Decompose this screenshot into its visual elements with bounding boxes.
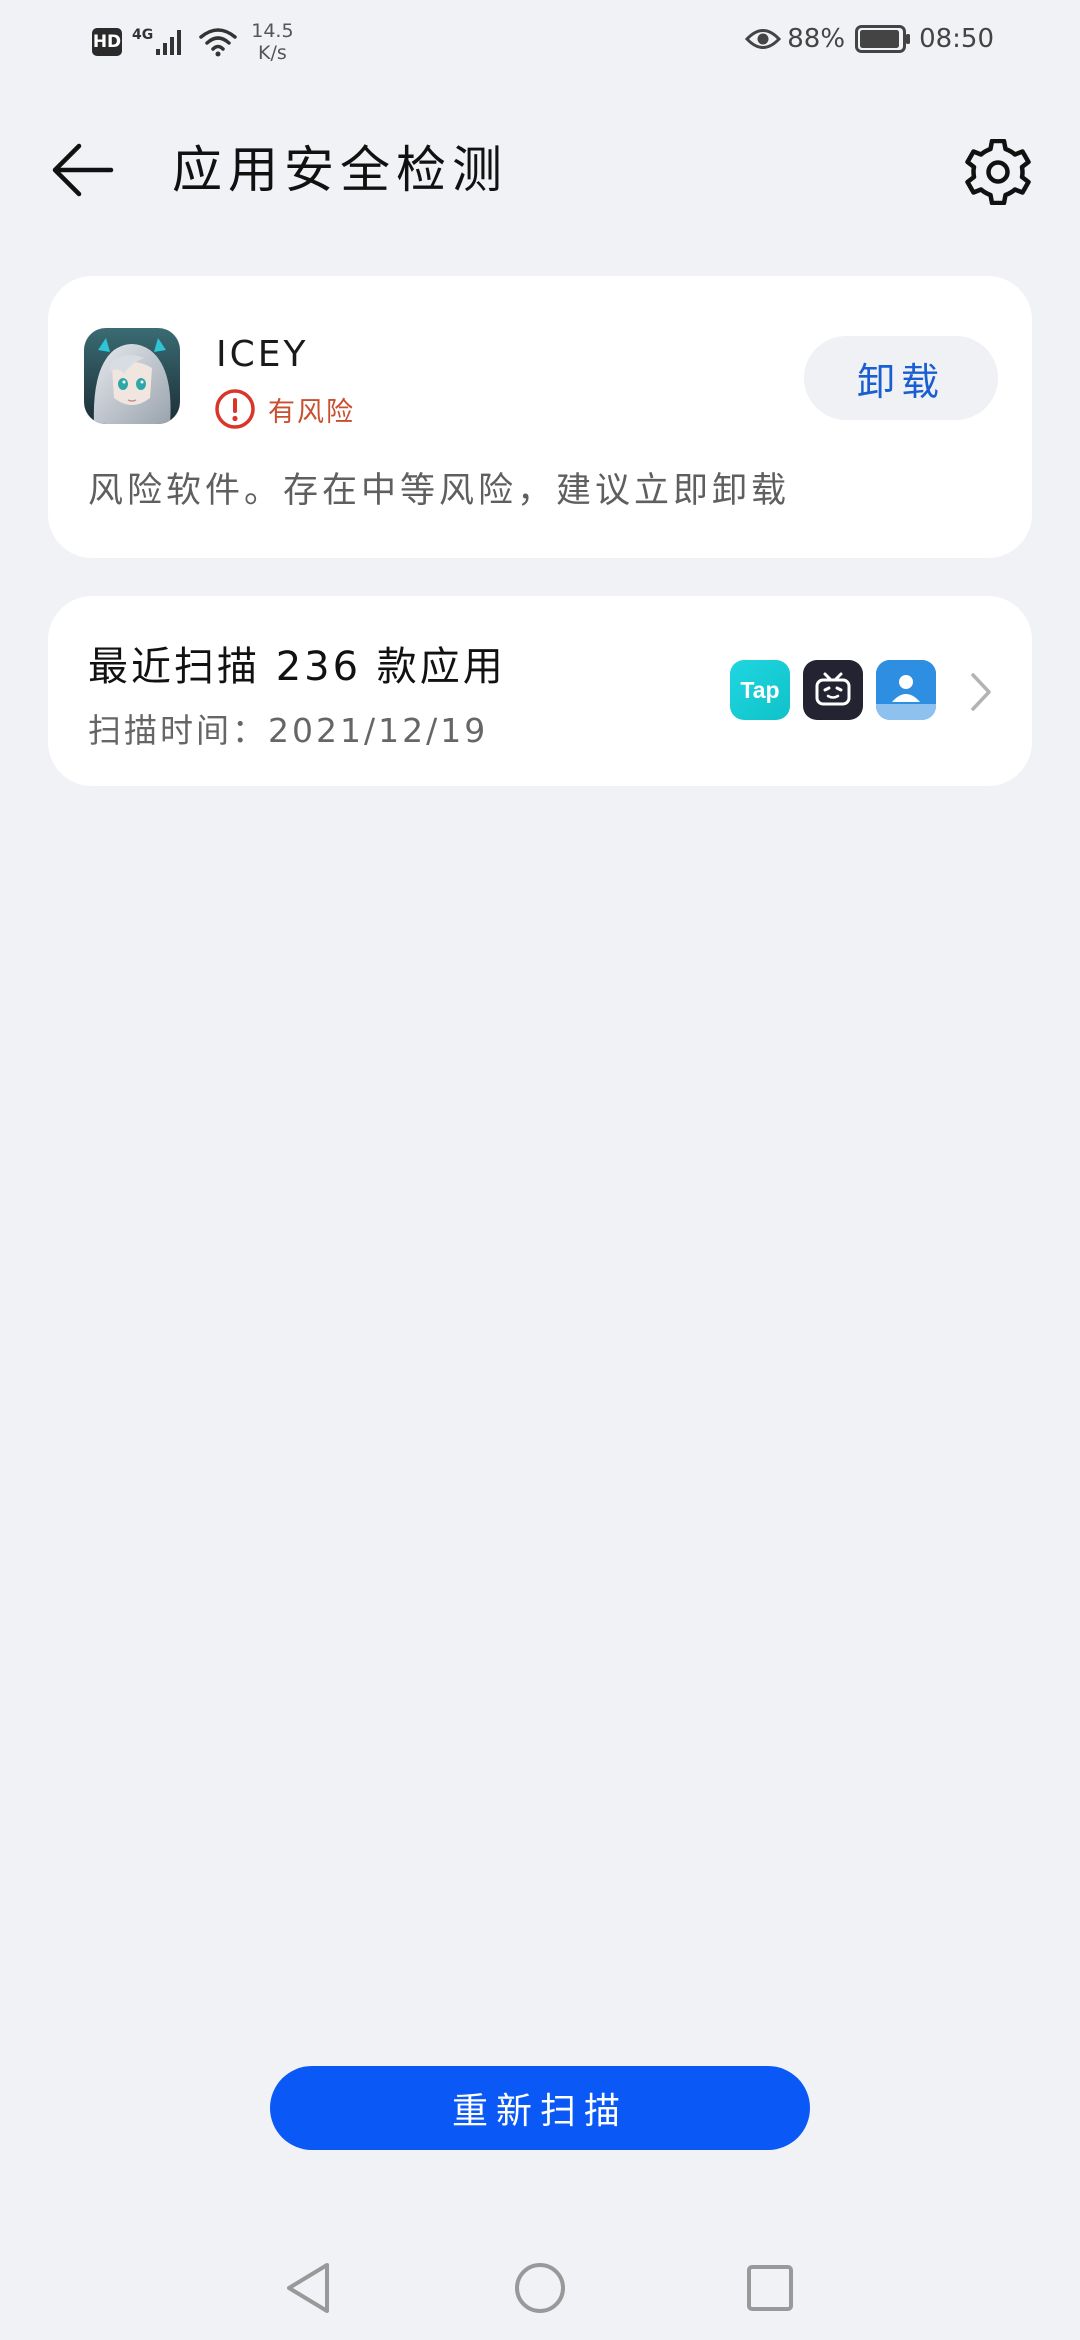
taptap-icon: Tap — [730, 660, 790, 720]
gear-icon — [965, 139, 1031, 205]
icey-app-icon — [84, 328, 180, 424]
uninstall-button[interactable]: 卸载 — [804, 336, 998, 420]
scan-summary-title: 最近扫描 236 款应用 — [88, 644, 506, 690]
signal-icon — [156, 30, 182, 55]
nav-home-button[interactable] — [510, 2258, 570, 2318]
battery-percent: 88% — [787, 24, 846, 54]
scan-time: 扫描时间：2021/12/19 — [88, 704, 488, 752]
risk-level-label: 有风险 — [268, 396, 355, 428]
contacts-icon — [876, 660, 936, 720]
page-title: 应用安全检测 — [172, 141, 508, 199]
nav-recents-button[interactable] — [740, 2258, 800, 2318]
risk-app-card[interactable]: ICEY 有风险 卸载 风险软件。存在中等风险，建议立即卸载 — [48, 276, 1032, 558]
recent-scanned-apps: Tap — [717, 660, 936, 720]
triangle-back-icon — [287, 2263, 329, 2313]
network-speed: 14.5 K/s — [251, 20, 293, 64]
network-speed-value: 14.5 — [251, 20, 294, 42]
square-recents-icon — [747, 2265, 793, 2311]
network-speed-unit: K/s — [258, 42, 287, 64]
risk-description: 风险软件。存在中等风险，建议立即卸载 — [88, 471, 791, 511]
scan-summary-card[interactable]: 最近扫描 236 款应用 扫描时间：2021/12/19 Tap — [48, 596, 1032, 786]
back-button[interactable] — [48, 140, 118, 200]
status-bar: HD 4G 14.5 K/s 88% 08:50 — [0, 0, 1080, 80]
wifi-icon — [199, 28, 237, 57]
status-bar-left: HD 4G 14.5 K/s — [92, 20, 294, 64]
battery-icon — [855, 25, 911, 53]
scan-time-value: 2021/12/19 — [268, 711, 489, 750]
clock: 08:50 — [919, 24, 994, 54]
nav-back-button[interactable] — [278, 2258, 338, 2318]
bilibili-icon — [803, 660, 863, 720]
settings-button[interactable] — [962, 136, 1034, 208]
hd-badge: HD — [92, 28, 122, 56]
rescan-button[interactable]: 重新扫描 — [270, 2066, 810, 2150]
warning-circle-icon — [215, 389, 255, 429]
system-nav-bar — [0, 2240, 1080, 2340]
app-name: ICEY — [216, 334, 309, 375]
scan-time-label: 扫描时间： — [88, 711, 268, 750]
circle-home-icon — [515, 2263, 565, 2313]
risk-status: 有风险 — [214, 388, 355, 430]
app-icon-icey — [84, 328, 180, 424]
arrow-left-icon — [52, 143, 114, 197]
network-type: 4G — [132, 27, 154, 43]
eye-comfort-icon — [745, 29, 782, 49]
chevron-right-icon — [966, 670, 996, 714]
status-bar-right: 88% 08:50 — [745, 24, 994, 54]
header: 应用安全检测 — [0, 120, 1080, 220]
